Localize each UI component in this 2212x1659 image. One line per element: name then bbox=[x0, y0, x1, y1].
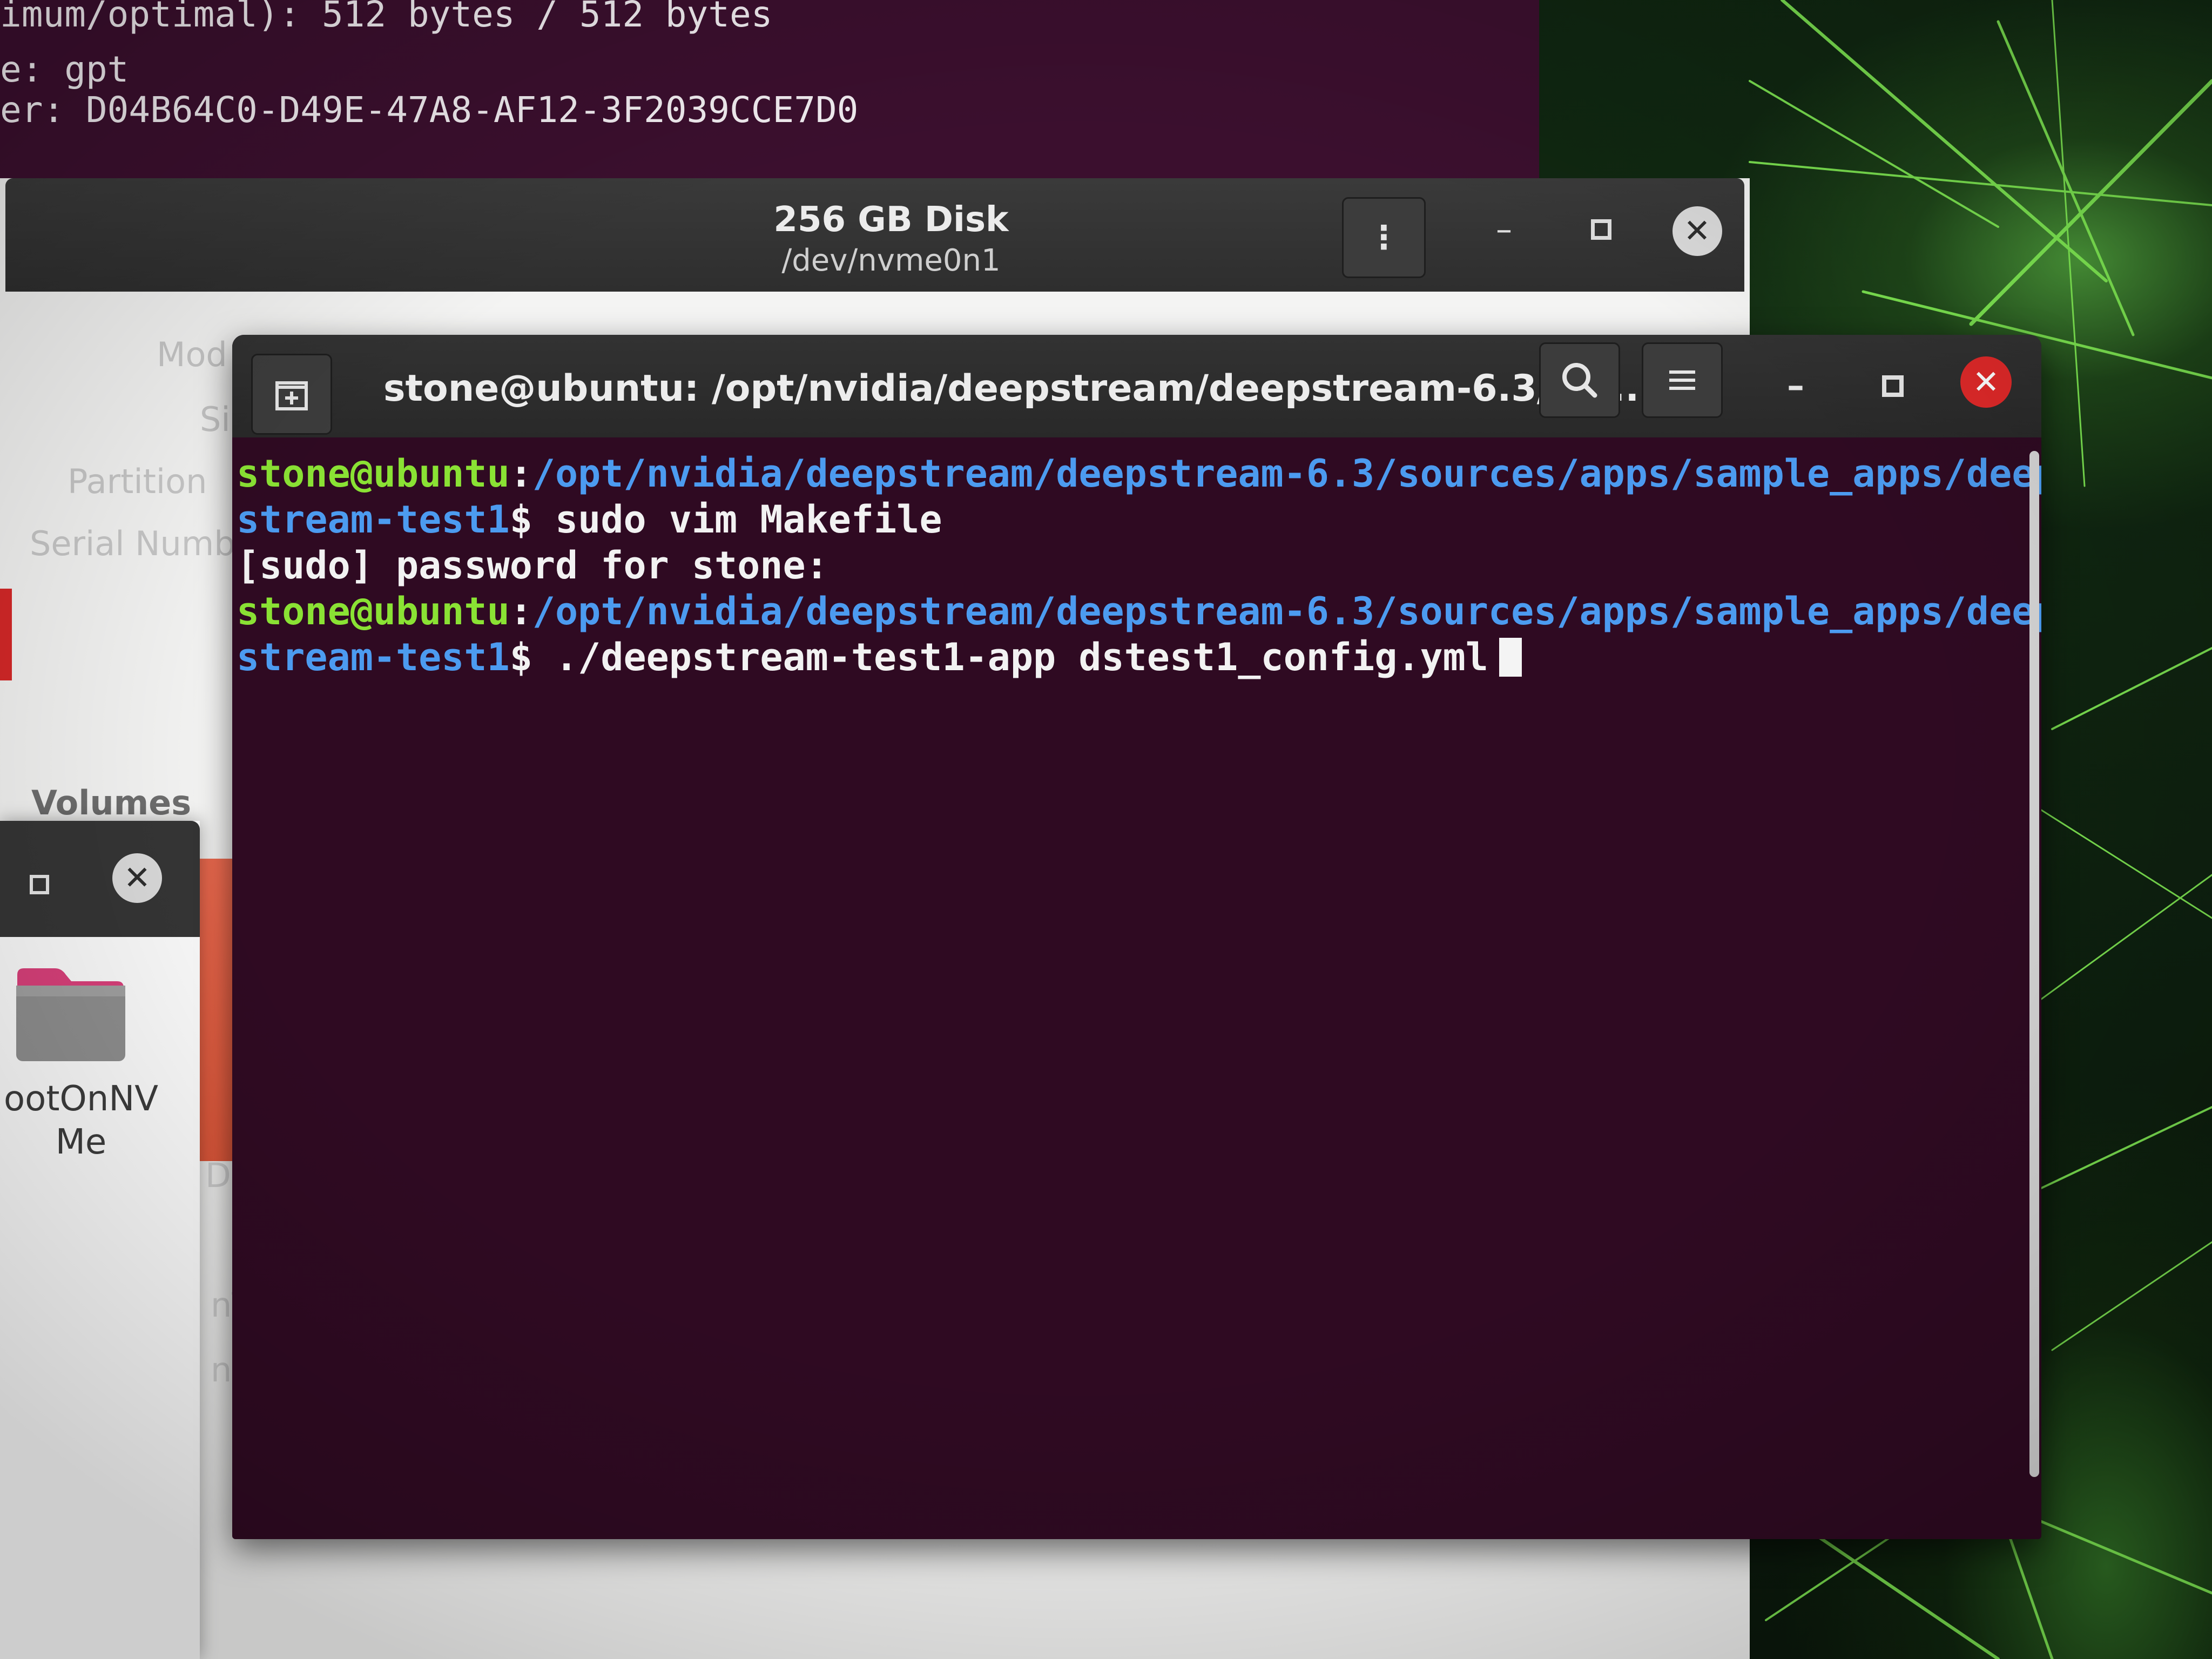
selected-drive-marker bbox=[0, 589, 12, 680]
close-button[interactable]: ✕ bbox=[1960, 356, 2012, 408]
disks-maximize-button[interactable] bbox=[1572, 200, 1631, 259]
disk-device-path: /dev/nvme0n1 bbox=[781, 243, 1001, 278]
files-maximize-button[interactable] bbox=[24, 869, 54, 899]
disk-menu-button[interactable]: ⋮ bbox=[1342, 197, 1426, 278]
folder-icon[interactable] bbox=[12, 964, 128, 1064]
maximize-icon bbox=[29, 874, 49, 894]
terminal-output-line: er: D04B64C0-D49E-47A8-AF12-3F2039CCE7D0 bbox=[0, 89, 859, 131]
prompt-dollar: $ bbox=[509, 497, 532, 542]
search-icon bbox=[1562, 363, 1597, 398]
close-icon: ✕ bbox=[112, 853, 162, 903]
prompt-user: stone@ubuntu bbox=[237, 451, 510, 496]
minimize-button[interactable]: – bbox=[1766, 356, 1825, 416]
close-icon: ✕ bbox=[1972, 363, 2000, 401]
search-button[interactable] bbox=[1539, 342, 1620, 418]
terminal-window[interactable]: stone@ubuntu: /opt/nvidia/deepstream/dee… bbox=[232, 335, 2041, 1539]
text-cursor bbox=[1499, 638, 1522, 677]
terminal-scrollbar[interactable] bbox=[2029, 451, 2039, 1477]
terminal-output-line: e: gpt bbox=[0, 49, 129, 90]
prompt-path: stream-test1 bbox=[237, 635, 510, 679]
disks-minimize-button[interactable]: – bbox=[1474, 200, 1534, 259]
prompt-dollar: $ bbox=[509, 635, 532, 679]
close-icon: ✕ bbox=[1672, 206, 1722, 256]
new-tab-icon bbox=[275, 381, 308, 410]
terminal-line: stream-test1$ sudo vim Makefile bbox=[237, 497, 2013, 543]
partitioning-label: Partition bbox=[68, 462, 207, 501]
background-terminal-window: imum/optimal): 512 bytes / 512 bytes e: … bbox=[0, 0, 1539, 205]
terminal-line: stone@ubuntu:/opt/nvidia/deepstream/deep… bbox=[237, 589, 2041, 635]
prompt-separator: : bbox=[509, 589, 532, 633]
new-tab-button[interactable] bbox=[251, 354, 332, 435]
folder-label: ootOnNV Me bbox=[4, 1079, 158, 1162]
terminal-headerbar: stone@ubuntu: /opt/nvidia/deepstream/dee… bbox=[232, 335, 2041, 437]
model-label: Mod bbox=[157, 335, 227, 374]
window-title: stone@ubuntu: /opt/nvidia/deepstream/dee… bbox=[383, 367, 1640, 410]
minimize-icon: – bbox=[1496, 211, 1512, 248]
files-window: ✕ ootOnNV Me bbox=[0, 821, 200, 1659]
hamburger-menu-icon bbox=[1669, 370, 1695, 390]
disks-headerbar: 256 GB Disk /dev/nvme0n1 ⋮ – ✕ bbox=[5, 178, 1744, 292]
menu-button[interactable] bbox=[1642, 342, 1723, 418]
terminal-line: stone@ubuntu:/opt/nvidia/deepstream/deep… bbox=[237, 451, 2041, 497]
disks-close-button[interactable]: ✕ bbox=[1671, 205, 1723, 257]
size-label: Si bbox=[200, 400, 231, 439]
terminal-output[interactable]: stone@ubuntu:/opt/nvidia/deepstream/deep… bbox=[237, 451, 2041, 1526]
command-text: sudo vim Makefile bbox=[532, 497, 942, 542]
maximize-icon bbox=[1591, 219, 1611, 240]
files-headerbar: ✕ bbox=[0, 821, 200, 937]
maximize-icon bbox=[1882, 375, 1904, 397]
minimize-icon: – bbox=[1787, 366, 1804, 406]
prompt-path: stream-test1 bbox=[237, 497, 510, 542]
kebab-menu-icon: ⋮ bbox=[1367, 219, 1400, 257]
prompt-path: /opt/nvidia/deepstream/deepstream-6.3/so… bbox=[532, 451, 2041, 496]
prompt-path: /opt/nvidia/deepstream/deepstream-6.3/so… bbox=[532, 589, 2041, 633]
command-text: ./deepstream-test1-app dstest1_config.ym… bbox=[532, 635, 1488, 679]
serial-number-label: Serial Numb bbox=[30, 524, 235, 563]
files-close-button[interactable]: ✕ bbox=[112, 853, 162, 903]
terminal-output-line: imum/optimal): 512 bytes / 512 bytes bbox=[0, 0, 773, 35]
disk-title: 256 GB Disk bbox=[773, 200, 1009, 240]
maximize-button[interactable] bbox=[1863, 356, 1923, 416]
terminal-line: stream-test1$ ./deepstream-test1-app dst… bbox=[237, 635, 2013, 680]
prompt-separator: : bbox=[509, 451, 532, 496]
sudo-prompt-line: [sudo] password for stone: bbox=[237, 543, 828, 588]
prompt-user: stone@ubuntu bbox=[237, 589, 510, 633]
volumes-heading: Volumes bbox=[31, 783, 192, 822]
